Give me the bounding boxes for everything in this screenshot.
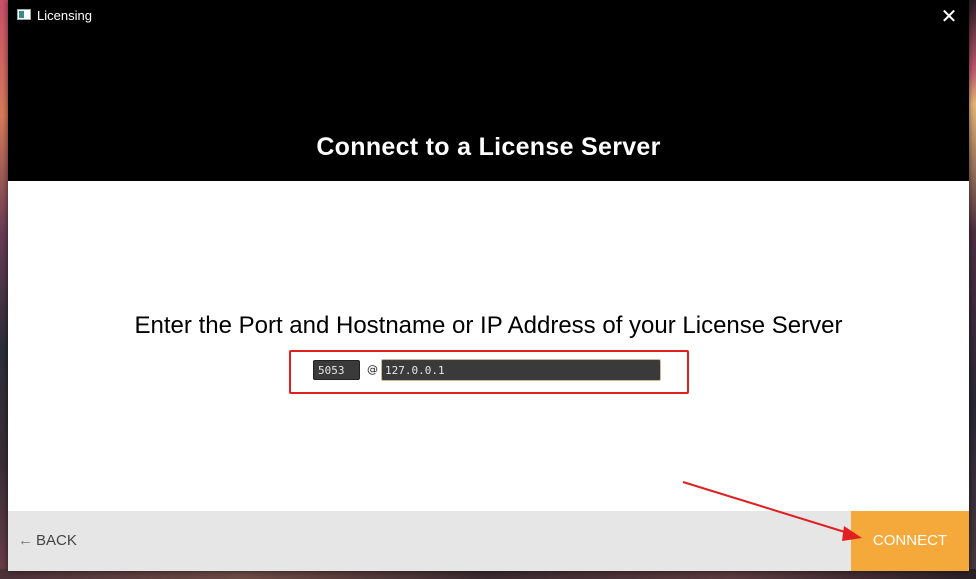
connect-button[interactable]: CONNECT	[851, 511, 969, 571]
header-banner: Licensing ✕ Connect to a License Server	[8, 0, 969, 181]
app-icon	[17, 9, 31, 20]
back-arrow-icon: ←	[18, 532, 33, 549]
hostname-input[interactable]	[381, 359, 661, 381]
title-bar: Licensing ✕	[8, 0, 969, 32]
window-title: Licensing	[37, 8, 92, 23]
port-input[interactable]	[313, 360, 360, 380]
licensing-window: Licensing ✕ Connect to a License Server …	[8, 0, 969, 571]
instruction-text: Enter the Port and Hostname or IP Addres…	[134, 312, 843, 339]
footer-bar: ← BACK CONNECT	[8, 511, 969, 571]
page-title: Connect to a License Server	[316, 133, 661, 161]
back-button-label: BACK	[36, 532, 77, 549]
back-button[interactable]: ← BACK	[18, 511, 77, 571]
close-icon[interactable]: ✕	[934, 2, 964, 30]
at-separator: @	[367, 363, 378, 376]
